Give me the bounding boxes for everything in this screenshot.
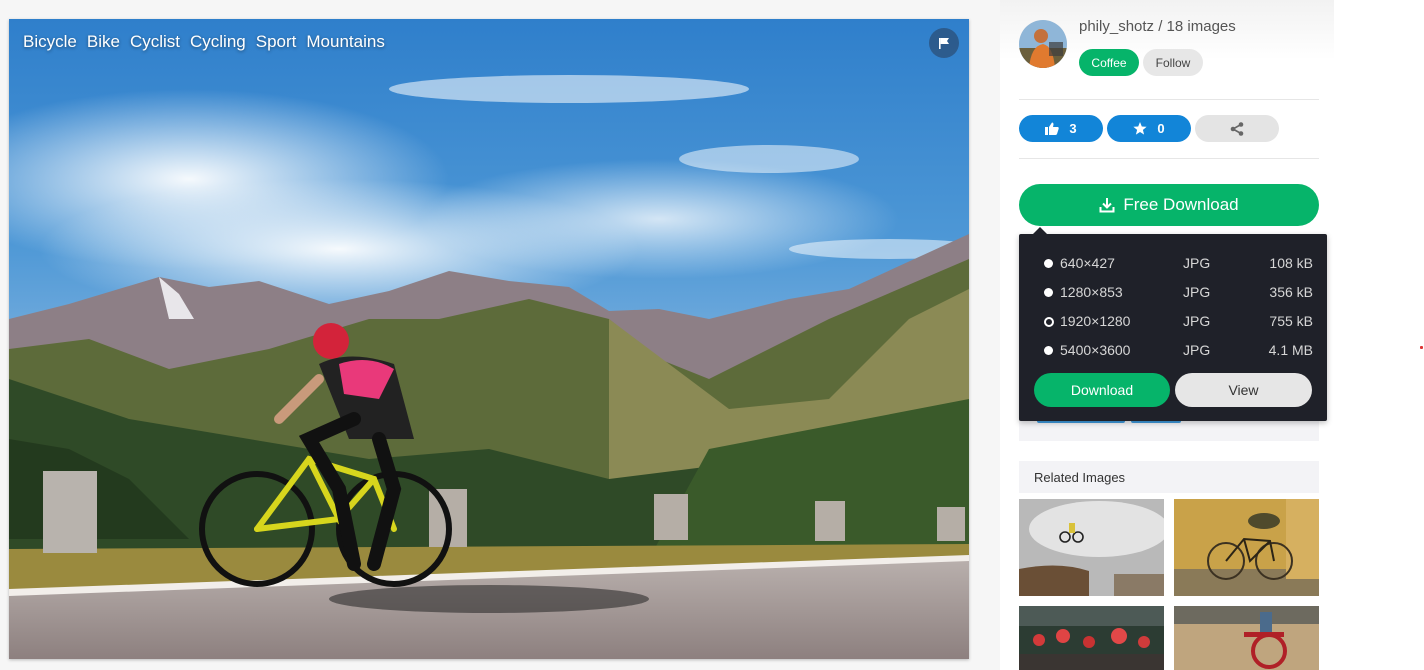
download-icon [1099,198,1115,213]
tag-bicycle[interactable]: Bicycle [23,32,77,52]
tag-bike[interactable]: Bike [87,32,120,52]
flag-icon [939,37,949,49]
thumb-bike-jump [1019,499,1164,596]
tag-cycling[interactable]: Cycling [190,32,246,52]
size-filesize: 108 kB [1269,255,1313,271]
tag-sport[interactable]: Sport [256,32,297,52]
like-count: 3 [1069,121,1077,136]
size-option[interactable]: 5400×3600 JPG 4.1 MB [1043,342,1313,364]
radio-button-selected[interactable] [1044,317,1054,327]
size-filesize: 356 kB [1269,284,1313,300]
size-dimensions: 1280×853 [1060,284,1123,300]
thumb-flowers-bike [1019,606,1164,670]
thumb-red-tricycle [1174,606,1319,670]
author-name[interactable]: phily_shotz / 18 images [1079,18,1236,35]
photo-tags: Bicycle Bike Cyclist Cycling Sport Mount… [23,32,385,52]
tag-cyclist[interactable]: Cyclist [130,32,180,52]
size-dimensions: 1920×1280 [1060,313,1131,329]
related-image-thumb[interactable] [1019,606,1164,670]
download-size-menu: 640×427 JPG 108 kB 1280×853 JPG 356 kB 1… [1019,227,1327,421]
radio-button[interactable] [1044,346,1053,355]
follow-button[interactable]: Follow [1143,49,1203,76]
favorite-count: 0 [1157,121,1165,136]
author-card: phily_shotz / 18 images Coffee Follow [1019,18,1319,88]
size-option[interactable]: 640×427 JPG 108 kB [1043,255,1313,277]
share-icon [1230,121,1244,136]
thumb-vintage-bike [1174,499,1319,596]
report-flag-button[interactable] [929,28,959,58]
related-images-heading: Related Images [1019,461,1319,493]
coffee-button[interactable]: Coffee [1079,49,1139,76]
size-format: JPG [1183,255,1211,271]
related-image-thumb[interactable] [1019,499,1164,596]
divider [1019,158,1319,159]
size-option[interactable]: 1280×853 JPG 356 kB [1043,284,1313,306]
like-button[interactable]: 3 [1019,115,1103,142]
cyclist-mountain-photo [9,19,969,659]
size-dimensions: 640×427 [1060,255,1115,271]
edge-marker [1420,346,1423,349]
download-button[interactable]: Download [1034,373,1170,407]
radio-button[interactable] [1044,288,1053,297]
free-download-button[interactable]: Free Download [1019,184,1319,226]
related-image-thumb[interactable] [1174,499,1319,596]
size-option[interactable]: 1920×1280 JPG 755 kB [1043,313,1313,335]
size-format: JPG [1183,342,1211,358]
avatar-photo [1019,20,1067,68]
star-icon [1133,122,1147,135]
thumbs-up-icon [1045,122,1060,135]
favorite-button[interactable]: 0 [1107,115,1191,142]
sidebar: phily_shotz / 18 images Coffee Follow 3 … [1019,0,1327,670]
view-button[interactable]: View [1175,373,1312,407]
divider [1019,99,1319,100]
share-button[interactable] [1195,115,1279,142]
radio-button[interactable] [1044,259,1053,268]
avatar[interactable] [1019,20,1067,68]
size-format: JPG [1183,313,1211,329]
size-format: JPG [1183,284,1211,300]
size-filesize: 4.1 MB [1268,342,1313,358]
tag-mountains[interactable]: Mountains [306,32,384,52]
free-download-label: Free Download [1123,195,1239,214]
size-filesize: 755 kB [1269,313,1313,329]
related-image-thumb[interactable] [1174,606,1319,670]
size-dimensions: 5400×3600 [1060,342,1131,358]
main-photo[interactable]: Bicycle Bike Cyclist Cycling Sport Mount… [9,19,969,659]
